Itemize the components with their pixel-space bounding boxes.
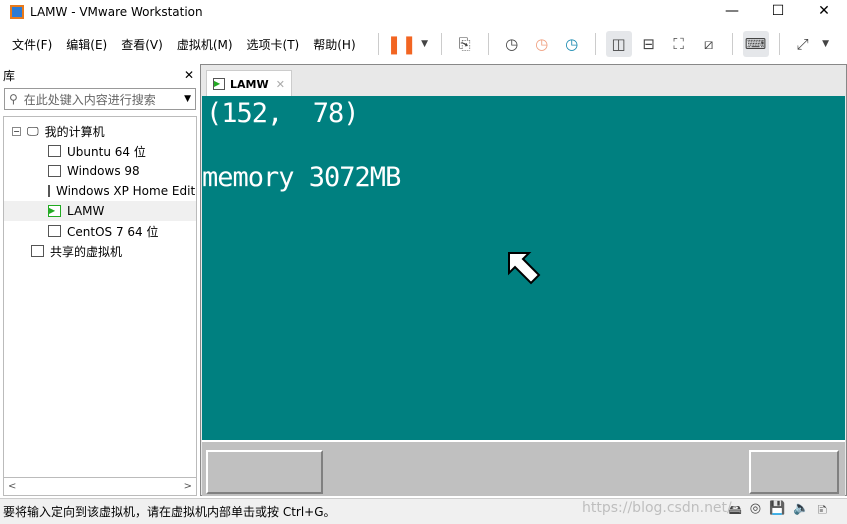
tree-node-shared[interactable]: 共享的虚拟机 xyxy=(4,241,196,261)
tree-node-my-computer[interactable]: − 🖵 我的计算机 xyxy=(4,121,196,141)
node-label: CentOS 7 64 位 xyxy=(67,224,159,239)
stretch-icon[interactable]: ⤢ xyxy=(790,31,816,57)
divider xyxy=(377,33,379,55)
watermark: https://blog.csdn.net/ xyxy=(582,500,732,516)
guest-memory-text: memory 3072MB xyxy=(202,162,401,193)
tree-node-vm-running[interactable]: ▶ LAMW xyxy=(4,201,196,221)
menu-bar: 文件(F) 编辑(E) 查看(V) 虚拟机(M) 选项卡(T) 帮助(H) ❚❚… xyxy=(0,30,847,58)
snapshot-icon[interactable]: ◷ xyxy=(499,31,525,57)
node-label: 共享的虚拟机 xyxy=(50,244,123,259)
vm-workspace: ▶ LAMW ✕ (152, 78) memory 3072MB xyxy=(200,64,847,496)
close-button[interactable]: ✕ xyxy=(801,0,847,22)
unity-icon[interactable]: ⧄ xyxy=(696,31,722,57)
menu-file[interactable]: 文件(F) xyxy=(12,36,52,53)
pause-dropdown-icon[interactable]: ▼ xyxy=(419,31,431,57)
hard-disk-icon[interactable]: 🖴 xyxy=(729,501,742,523)
guest-coords-text: (152, 78) xyxy=(206,98,360,129)
tree-node-vm[interactable]: Windows XP Home Edition xyxy=(4,181,196,201)
node-label: 我的计算机 xyxy=(44,124,105,139)
library-search-input[interactable]: ⚲ 在此处键入内容进行搜索 ▼ xyxy=(4,88,196,110)
library-panel: 库 ✕ ⚲ 在此处键入内容进行搜索 ▼ − 🖵 我的计算机 Ubuntu 64 位 … xyxy=(0,64,200,496)
scroll-left-icon[interactable]: < xyxy=(8,481,16,492)
node-label: Windows XP Home Edition xyxy=(56,184,196,198)
maximize-button[interactable]: ☐ xyxy=(755,0,801,22)
computer-icon: 🖵 xyxy=(27,123,39,138)
search-placeholder: 在此处键入内容进行搜索 xyxy=(23,92,156,107)
stretch-dropdown-icon[interactable]: ▼ xyxy=(820,31,832,57)
tree-node-vm[interactable]: Ubuntu 64 位 xyxy=(4,141,196,161)
vmware-icon xyxy=(10,5,24,19)
vm-tree: − 🖵 我的计算机 Ubuntu 64 位 Windows 98 Windows X… xyxy=(3,116,197,478)
chevron-down-icon[interactable]: ▼ xyxy=(184,94,191,104)
tab-lamw[interactable]: ▶ LAMW ✕ xyxy=(206,70,292,97)
search-icon: ⚲ xyxy=(9,92,18,106)
divider xyxy=(731,33,733,55)
full-screen-icon[interactable]: ⛶ xyxy=(666,31,692,57)
scroll-right-icon[interactable]: > xyxy=(184,481,192,492)
status-text: 要将输入定向到该虚拟机，请在虚拟机内部单击或按 Ctrl+G。 xyxy=(3,505,336,519)
library-close-button[interactable]: ✕ xyxy=(184,68,194,82)
tab-close-icon[interactable]: ✕ xyxy=(276,78,285,91)
vm-icon xyxy=(48,225,61,237)
vm-icon xyxy=(48,145,61,157)
tab-label: LAMW xyxy=(230,77,269,91)
menu-vm[interactable]: 虚拟机(M) xyxy=(177,36,233,53)
vm-running-icon: ▶ xyxy=(213,78,225,90)
tree-node-vm[interactable]: Windows 98 xyxy=(4,161,196,181)
divider xyxy=(594,33,596,55)
snapshot-manager-icon[interactable]: ◷ xyxy=(559,31,585,57)
node-label: Windows 98 xyxy=(67,164,140,178)
guest-start-button[interactable] xyxy=(206,450,323,494)
vm-running-icon: ▶ xyxy=(48,205,61,217)
library-title: 库 xyxy=(3,68,16,83)
guest-tray-box xyxy=(749,450,839,494)
mouse-cursor-icon xyxy=(508,252,541,285)
vm-icon xyxy=(48,165,61,177)
divider xyxy=(487,33,489,55)
node-label: Ubuntu 64 位 xyxy=(67,144,146,159)
menu-edit[interactable]: 编辑(E) xyxy=(66,36,107,53)
revert-snapshot-icon[interactable]: ◷ xyxy=(529,31,555,57)
guest-taskbar xyxy=(202,440,845,496)
tree-node-vm[interactable]: CentOS 7 64 位 xyxy=(4,221,196,241)
pause-icon[interactable]: ❚❚ xyxy=(387,31,417,57)
floppy-icon[interactable]: 💾 xyxy=(769,501,785,523)
menu-help[interactable]: 帮助(H) xyxy=(313,36,355,53)
collapse-icon[interactable]: − xyxy=(12,126,21,136)
divider xyxy=(778,33,780,55)
show-library-icon[interactable]: ◫ xyxy=(605,31,632,57)
divider xyxy=(440,33,442,55)
minimize-button[interactable]: — xyxy=(709,0,755,22)
console-view-icon[interactable]: ⌨ xyxy=(742,31,769,57)
thumbnail-bar-icon[interactable]: ⊟ xyxy=(636,31,662,57)
shared-vm-icon xyxy=(31,245,44,257)
cd-drive-icon[interactable]: ◎ xyxy=(750,501,761,523)
node-label: LAMW xyxy=(67,204,105,218)
send-ctrl-alt-del-icon[interactable]: ⎘ xyxy=(452,31,478,57)
message-log-icon[interactable]: 🗈 xyxy=(817,501,827,523)
window-title: LAMW - VMware Workstation xyxy=(30,5,203,19)
menu-view[interactable]: 查看(V) xyxy=(121,36,163,53)
title-bar: LAMW - VMware Workstation — ☐ ✕ xyxy=(0,0,847,24)
guest-screen[interactable]: (152, 78) memory 3072MB xyxy=(202,96,845,440)
horizontal-scrollbar[interactable]: < > xyxy=(3,478,197,496)
sound-icon[interactable]: 🔈 xyxy=(793,501,809,523)
menu-tabs[interactable]: 选项卡(T) xyxy=(247,36,300,53)
vm-icon xyxy=(48,185,50,197)
